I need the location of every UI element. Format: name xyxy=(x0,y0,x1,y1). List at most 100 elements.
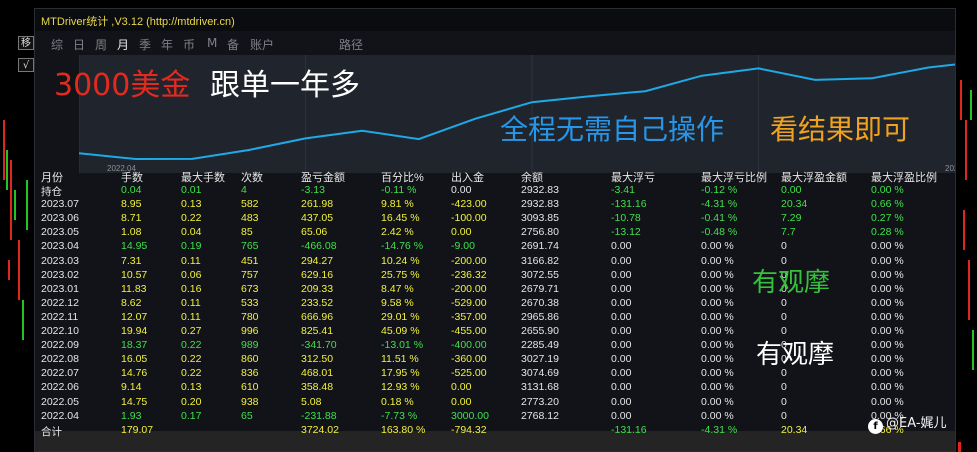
cell-max-dd-pct: -0.41 % xyxy=(701,212,738,225)
cell-max-lots: 0.13 xyxy=(181,381,202,394)
col-header-balance[interactable]: 余额 xyxy=(521,169,543,185)
cell-trades: 582 xyxy=(241,198,259,211)
cell-balance: 2932.83 xyxy=(521,198,559,211)
cell-lots: 12.07 xyxy=(121,310,148,323)
cell-lots: 9.14 xyxy=(121,381,142,394)
cell-flow: -400.00 xyxy=(451,339,487,352)
cell-pct: 25.75 % xyxy=(381,268,420,281)
cell-max-dd: 0.00 xyxy=(611,268,632,281)
cell-max-gain-pct: 0.00 % xyxy=(871,184,904,196)
cell-max-dd: -13.12 xyxy=(611,226,641,239)
col-header-max-lots[interactable]: 最大手数 xyxy=(181,169,225,185)
background-candle xyxy=(18,240,20,300)
col-header-flow[interactable]: 出入金 xyxy=(451,169,484,185)
move-button[interactable]: 移 xyxy=(18,36,34,50)
cell-pnl: 65.06 xyxy=(301,226,328,239)
cell-max-lots: 0.11 xyxy=(181,254,201,267)
cell-pct: -14.76 % xyxy=(381,240,424,253)
cell-pnl: 666.96 xyxy=(301,310,334,323)
cell-month: 2023.05 xyxy=(41,226,79,239)
cell-max-dd-pct: 0.00 % xyxy=(701,353,734,366)
cell-max-lots: 0.06 xyxy=(181,268,202,281)
cell-max-gain: 7.29 xyxy=(781,212,802,225)
col-header-max-gain[interactable]: 最大浮盈金额 xyxy=(781,169,847,185)
cell-max-gain: 0 xyxy=(781,381,787,394)
cell-balance: 2965.86 xyxy=(521,310,559,323)
cell-trades: 483 xyxy=(241,212,259,225)
cell-balance: 2756.80 xyxy=(521,226,559,239)
cell-max-dd: -3.41 xyxy=(611,184,635,196)
background-candle xyxy=(22,300,24,340)
cell-pnl: 468.01 xyxy=(301,367,334,380)
cell-max-lots: 0.22 xyxy=(181,367,202,380)
cell-flow: -9.00 xyxy=(451,240,475,253)
cell-max-lots: 0.27 xyxy=(181,325,202,337)
cell-balance: 3027.19 xyxy=(521,353,559,366)
cell-max-dd: 0.00 xyxy=(611,381,632,394)
cell-max-lots: 0.22 xyxy=(181,339,202,352)
col-header-max-dd-pct[interactable]: 最大浮亏比例 xyxy=(701,169,767,185)
cell-lots: 8.95 xyxy=(121,198,142,211)
background-candle xyxy=(968,260,970,320)
cell-pct: 10.24 % xyxy=(381,254,420,267)
cell-pnl: 825.41 xyxy=(301,325,334,337)
cell-balance: 2655.90 xyxy=(521,325,559,337)
cell-max-gain-pct: 0.27 % xyxy=(871,212,904,225)
cell-max-dd-pct: -0.48 % xyxy=(701,226,738,239)
cell-lots: 1.93 xyxy=(121,409,142,422)
total-max-gain: 20.34 xyxy=(781,424,808,436)
cell-pct: 45.09 % xyxy=(381,325,420,337)
cell-max-dd: 0.00 xyxy=(611,367,632,380)
cell-lots: 16.05 xyxy=(121,353,148,366)
cell-pct: 11.51 % xyxy=(381,353,419,366)
cell-balance: 3072.55 xyxy=(521,268,559,281)
cell-flow: 3000.00 xyxy=(451,409,489,422)
col-header-pnl[interactable]: 盈亏金额 xyxy=(301,169,345,185)
cell-max-dd: 0.00 xyxy=(611,254,632,267)
cell-max-gain: 20.34 xyxy=(781,198,808,211)
cell-max-gain-pct: 0.00 % xyxy=(871,310,904,323)
cell-max-lots: 0.13 xyxy=(181,198,202,211)
cell-flow: -236.32 xyxy=(451,268,487,281)
col-header-max-gain-pct[interactable]: 最大浮盈比例 xyxy=(871,169,937,185)
cell-trades: 765 xyxy=(241,240,259,253)
cell-flow: -100.00 xyxy=(451,212,487,225)
cell-max-gain: 0 xyxy=(781,240,787,253)
cell-month: 2023.06 xyxy=(41,212,79,225)
cell-month: 2022.08 xyxy=(41,353,79,366)
cell-pct: -0.11 % xyxy=(381,184,417,196)
cell-pct: 12.93 % xyxy=(381,381,420,394)
cell-max-dd: -131.16 xyxy=(611,198,647,211)
col-header-pct[interactable]: 百分比% xyxy=(381,169,424,185)
cell-pnl: 629.16 xyxy=(301,268,334,281)
cell-lots: 14.75 xyxy=(121,395,148,408)
col-header-lots[interactable]: 手数 xyxy=(121,169,143,185)
cell-balance: 3166.82 xyxy=(521,254,559,267)
cell-lots: 11.83 xyxy=(121,282,147,295)
col-header-trades[interactable]: 次数 xyxy=(241,169,263,185)
cell-max-lots: 0.22 xyxy=(181,212,202,225)
background-candle xyxy=(6,150,8,190)
col-header-max-dd[interactable]: 最大浮亏 xyxy=(611,169,655,185)
cell-max-lots: 0.01 xyxy=(181,184,202,196)
total-lots: 179.07 xyxy=(121,424,154,436)
cell-max-dd-pct: 0.00 % xyxy=(701,381,734,394)
cell-balance: 2932.83 xyxy=(521,184,559,196)
cell-pnl: 294.27 xyxy=(301,254,334,267)
col-header-month[interactable]: 月份 xyxy=(41,169,63,185)
cell-max-dd: 0.00 xyxy=(611,395,632,408)
cell-pct: -7.73 % xyxy=(381,409,418,422)
cell-trades: 673 xyxy=(241,282,259,295)
cell-pct: 17.95 % xyxy=(381,367,420,380)
cell-balance: 2679.71 xyxy=(521,282,559,295)
background-candle xyxy=(958,442,961,452)
cell-max-dd-pct: -4.31 % xyxy=(701,198,738,211)
check-button[interactable]: √ xyxy=(18,58,34,72)
cell-pnl: 312.50 xyxy=(301,353,334,366)
cell-lots: 18.37 xyxy=(121,339,148,352)
cell-max-dd: 0.00 xyxy=(611,325,632,337)
background-candle xyxy=(14,190,16,220)
cell-pct: -13.01 % xyxy=(381,339,424,352)
cell-max-lots: 0.17 xyxy=(181,409,202,422)
cell-max-gain-pct: 0.00 % xyxy=(871,240,904,253)
